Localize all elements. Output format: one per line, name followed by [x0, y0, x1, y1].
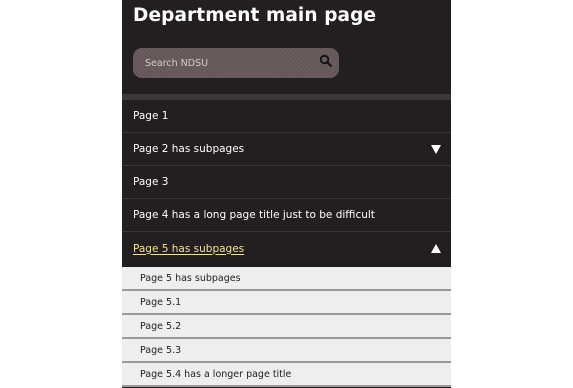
nav-item-page-1[interactable]: Page 1: [122, 100, 451, 133]
subpage-item-page-5-1[interactable]: Page 5.1: [122, 291, 451, 315]
nav-item-label-active: Page 5 has subpages: [133, 242, 245, 255]
subpage-label: Page 5.3: [140, 344, 182, 356]
nav-item-page-5[interactable]: Page 5 has subpages: [122, 232, 451, 265]
subpage-item-page-5-3[interactable]: Page 5.3: [122, 339, 451, 363]
subpage-label: Page 5 has subpages: [140, 272, 241, 284]
subpage-item-page-5-4[interactable]: Page 5.4 has a longer page title: [122, 363, 451, 387]
search-box: [133, 48, 339, 78]
subpage-label: Page 5.2: [140, 320, 182, 332]
subpage-item-page-5-2[interactable]: Page 5.2: [122, 315, 451, 339]
search-icon[interactable]: [319, 54, 333, 68]
nav-item-label: Page 3: [133, 176, 169, 188]
nav-item-page-2[interactable]: Page 2 has subpages: [122, 133, 451, 166]
subpage-item-page-5[interactable]: Page 5 has subpages: [122, 267, 451, 291]
triangle-down-icon[interactable]: [431, 145, 441, 154]
nav-item-page-4[interactable]: Page 4 has a long page title just to be …: [122, 199, 451, 232]
nav-item-page-3[interactable]: Page 3: [122, 166, 451, 199]
triangle-up-icon[interactable]: [431, 244, 441, 253]
nav-item-label: Page 4 has a long page title just to be …: [133, 209, 375, 221]
nav-header: Department main page: [122, 0, 451, 94]
nav-item-label: Page 2 has subpages: [133, 143, 245, 155]
subpage-label: Page 5.1: [140, 296, 182, 308]
subpage-label: Page 5.4 has a longer page title: [140, 368, 292, 380]
page-title: Department main page: [133, 5, 377, 26]
department-nav-panel: Department main page Page 1 Page 2 has s…: [122, 0, 451, 388]
nav-item-label: Page 1: [133, 110, 169, 122]
subpage-list: Page 5 has subpages Page 5.1 Page 5.2 Pa…: [122, 267, 451, 387]
search-input[interactable]: [133, 48, 315, 78]
